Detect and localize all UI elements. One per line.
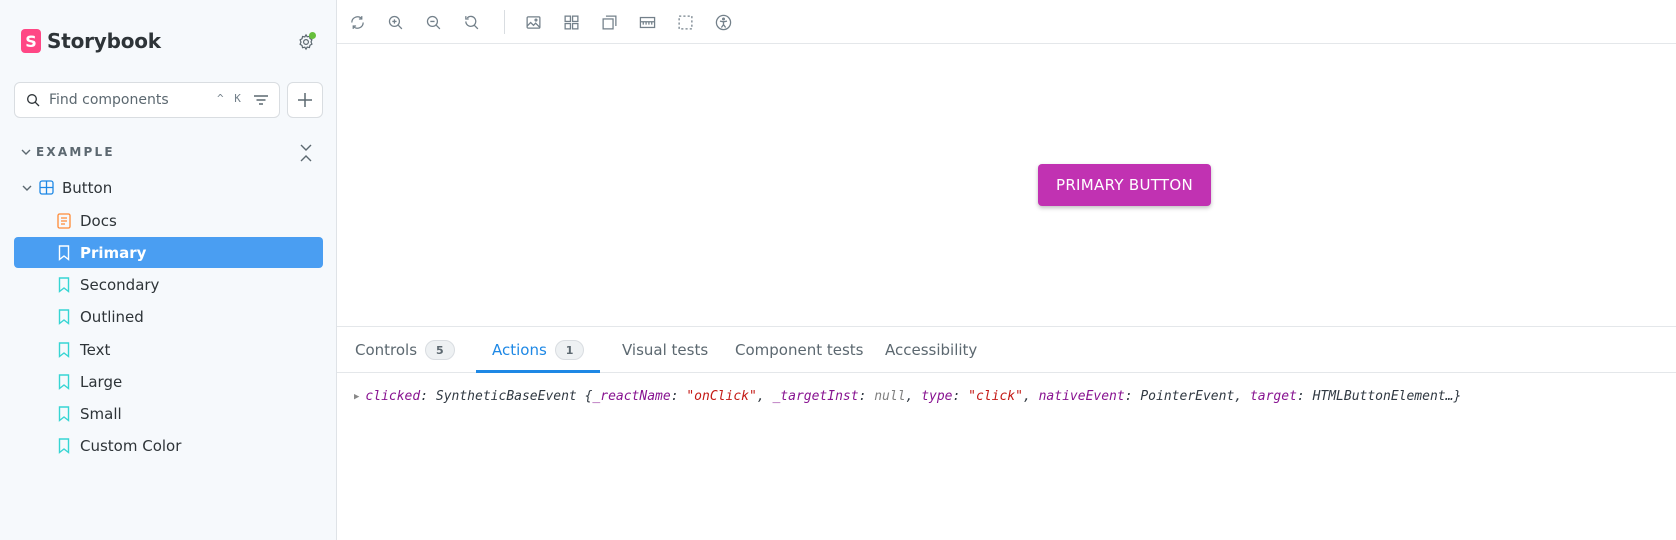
- bookmark-icon: [56, 437, 72, 454]
- image-icon: [525, 15, 541, 29]
- viewport-button[interactable]: [597, 10, 621, 34]
- prop-key: nativeEvent: [1038, 389, 1125, 404]
- zoom-reset-button[interactable]: [459, 10, 483, 34]
- prop-value: PointerEvent: [1140, 389, 1235, 404]
- sidebar-item-text[interactable]: Text: [14, 334, 323, 365]
- sidebar-item-label: Text: [80, 340, 111, 359]
- reload-button[interactable]: [345, 10, 369, 34]
- prop-key: type: [921, 389, 953, 404]
- tree-item-button-component[interactable]: Button: [14, 172, 323, 203]
- accessibility-icon: [715, 14, 731, 30]
- chevron-down-icon: [21, 149, 31, 155]
- grid-button[interactable]: [559, 10, 583, 34]
- prop-value: "onClick": [686, 389, 757, 404]
- tab-controls[interactable]: Controls 5: [355, 327, 455, 373]
- zoom-out-button[interactable]: [421, 10, 445, 34]
- action-log-entry[interactable]: ▶ clicked: SyntheticBaseEvent { _reactNa…: [354, 389, 1461, 404]
- zoom-out-icon: [426, 15, 440, 29]
- prop-key: _targetInst: [772, 389, 859, 404]
- bookmark-icon: [56, 373, 72, 390]
- sidebar-item-primary[interactable]: Primary: [14, 237, 323, 268]
- bookmark-icon: [56, 341, 72, 358]
- search-shortcut-hint: ^ K: [217, 92, 243, 105]
- bookmark-icon: [56, 244, 72, 261]
- chevron-down-icon: [22, 185, 32, 191]
- component-icon: [38, 180, 54, 196]
- viewport-icon: [601, 14, 617, 30]
- measure-button[interactable]: [635, 10, 659, 34]
- sidebar-item-outlined[interactable]: Outlined: [14, 301, 323, 332]
- sidebar-item-custom-color[interactable]: Custom Color: [14, 430, 323, 461]
- primary-button[interactable]: PRIMARY BUTTON: [1038, 164, 1211, 206]
- bookmark-icon: [56, 276, 72, 293]
- sidebar-item-label: Large: [80, 372, 123, 391]
- zoom-in-icon: [388, 15, 402, 29]
- zoom-in-button[interactable]: [383, 10, 407, 34]
- sidebar-item-label: Primary: [80, 243, 147, 262]
- background-button[interactable]: [521, 10, 545, 34]
- preview-toolbar: [337, 0, 1676, 44]
- sidebar: S Storybook ^ K EXAMPLE Button Docs: [0, 0, 337, 540]
- outline-button[interactable]: [673, 10, 697, 34]
- zoom-reset-icon: [464, 15, 478, 29]
- event-type: SyntheticBaseEvent: [435, 389, 577, 404]
- prop-key: target: [1249, 389, 1297, 404]
- addons-tabs: Controls 5 Actions 1 Visual tests Compon…: [337, 327, 1676, 373]
- group-label: EXAMPLE: [36, 145, 115, 159]
- prop-value: null: [874, 389, 906, 404]
- expand-triangle-icon[interactable]: ▶: [354, 392, 359, 402]
- filter-icon: [254, 95, 268, 105]
- sidebar-item-large[interactable]: Large: [14, 366, 323, 397]
- filter-button[interactable]: [251, 91, 271, 111]
- reload-icon: [350, 15, 364, 29]
- plus-icon: [298, 93, 312, 107]
- collapse-icon: [300, 144, 312, 162]
- prop-value: "click": [968, 389, 1023, 404]
- search-box[interactable]: ^ K: [14, 82, 280, 118]
- add-component-button[interactable]: [287, 82, 323, 118]
- collapse-all-button[interactable]: [296, 142, 316, 164]
- tab-label: Accessibility: [885, 341, 978, 359]
- prop-key: _reactName: [592, 389, 671, 404]
- group-header-example[interactable]: EXAMPLE: [21, 142, 115, 162]
- search-input[interactable]: [49, 92, 209, 108]
- tab-label: Controls: [355, 341, 418, 359]
- tab-actions[interactable]: Actions 1: [475, 327, 601, 373]
- outline-icon: [677, 14, 693, 30]
- prop-value: HTMLButtonElement…: [1312, 389, 1454, 404]
- tab-count-badge: 5: [425, 340, 455, 360]
- component-label: Button: [62, 178, 113, 197]
- preview-canvas: PRIMARY BUTTON: [337, 44, 1676, 326]
- grid-icon: [563, 14, 579, 30]
- accessibility-button[interactable]: [711, 10, 735, 34]
- brand-name: Storybook: [47, 29, 161, 53]
- settings-button[interactable]: [294, 30, 318, 54]
- tab-component-tests[interactable]: Component tests: [735, 327, 863, 373]
- toolbar-divider: [504, 10, 505, 34]
- bookmark-icon: [56, 308, 72, 325]
- sidebar-item-label: Secondary: [80, 275, 160, 294]
- tab-accessibility[interactable]: Accessibility: [885, 327, 977, 373]
- event-name: clicked: [365, 389, 421, 404]
- sidebar-item-docs[interactable]: Docs: [14, 205, 323, 236]
- storybook-brand[interactable]: S Storybook: [21, 26, 161, 56]
- search-icon: [27, 94, 40, 107]
- sidebar-item-secondary[interactable]: Secondary: [14, 269, 323, 300]
- sidebar-item-label: Outlined: [80, 307, 144, 326]
- sidebar-item-label: Docs: [80, 211, 117, 230]
- tab-label: Actions: [492, 341, 547, 359]
- tab-count-badge: 1: [554, 340, 585, 360]
- sidebar-item-label: Custom Color: [80, 436, 182, 455]
- tab-visual-tests[interactable]: Visual tests: [622, 327, 708, 373]
- bookmark-icon: [56, 405, 72, 422]
- update-status-dot: [309, 32, 316, 39]
- sidebar-item-label: Small: [80, 404, 122, 423]
- tab-label: Visual tests: [622, 341, 709, 359]
- tab-label: Component tests: [735, 341, 864, 359]
- document-icon: [56, 212, 72, 229]
- addons-panel: Controls 5 Actions 1 Visual tests Compon…: [337, 326, 1676, 540]
- storybook-logo-icon: S: [21, 29, 41, 53]
- ruler-icon: [639, 16, 655, 28]
- sidebar-item-small[interactable]: Small: [14, 398, 323, 429]
